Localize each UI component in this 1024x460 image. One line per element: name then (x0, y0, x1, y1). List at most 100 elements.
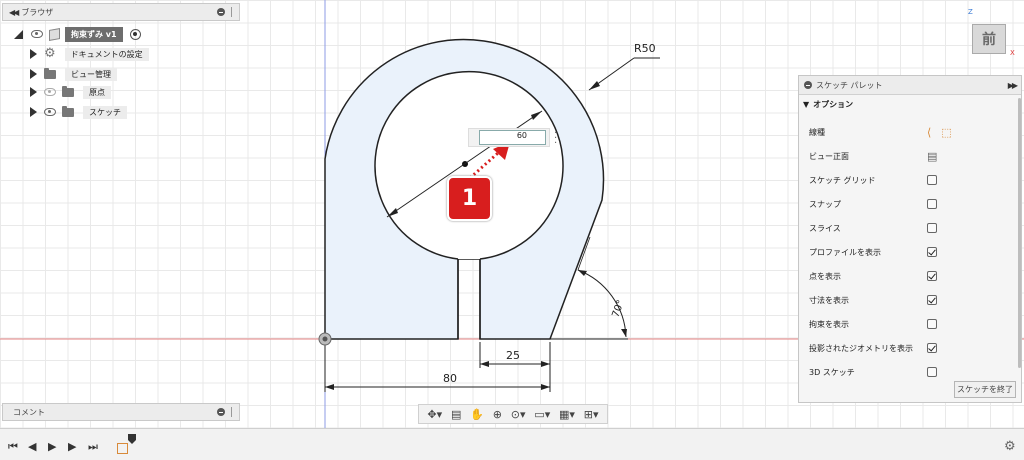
snap-checkbox[interactable] (927, 199, 937, 209)
browser-item-document[interactable]: 拘束ずみ v1 (14, 26, 141, 42)
expand-icon[interactable] (30, 87, 37, 97)
document-icon (49, 27, 60, 41)
z-axis-label: Z (968, 8, 973, 16)
display-settings-icon[interactable]: ▭▾ (534, 408, 550, 421)
palette-row-linetype: 線種 ⟨ ⬚ (809, 125, 959, 139)
view-cube[interactable]: 前 (972, 24, 1006, 54)
3d-sketch-checkbox[interactable] (927, 367, 937, 377)
finish-sketch-button[interactable]: スケッチを終了 (954, 381, 1016, 398)
play-icon[interactable]: ▶ (48, 440, 56, 453)
construction-linetype-icon[interactable]: ⬚ (941, 126, 951, 139)
expand-icon[interactable] (30, 107, 37, 117)
radius-dimension-label: R50 (634, 42, 656, 55)
palette-row-label: 線種 (809, 127, 825, 137)
palette-row-3d-sketch: 3D スケッチ (809, 365, 959, 379)
palette-row-look-at: ビュー正面 ▤ (809, 149, 959, 163)
expand-icon[interactable] (30, 49, 37, 59)
palette-row-snap: スナップ (809, 197, 959, 211)
pan-hand-icon[interactable]: ✋ (470, 408, 484, 421)
timeline-settings-gear-icon[interactable]: ⚙ (1004, 439, 1016, 454)
navigation-toolbar: ✥▾ ▤ ✋ ⊕ ⊙▾ ▭▾ ▦▾ ⊞▾ (418, 404, 608, 424)
dimension-menu-icon[interactable]: · · · (554, 129, 557, 149)
collapse-left-icon[interactable]: ◀◀ (9, 8, 19, 17)
palette-row-label: 点を表示 (809, 271, 841, 281)
show-points-checkbox[interactable] (927, 271, 937, 281)
panel-grip-icon[interactable] (231, 7, 233, 17)
go-to-end-icon[interactable]: ⏭ (88, 440, 98, 454)
look-at-icon[interactable]: ▤ (927, 150, 937, 163)
timeline-sketch-item[interactable] (117, 443, 128, 454)
browser-item-label: 原点 (83, 85, 111, 99)
comment-panel-header[interactable]: コメント (2, 403, 240, 421)
expand-open-icon[interactable] (14, 29, 24, 39)
expand-right-icon[interactable]: ▶▶ (1008, 81, 1018, 90)
options-section-header[interactable]: ▼ オプション (799, 95, 1021, 113)
show-projected-geometry-checkbox[interactable] (927, 343, 937, 353)
grid-settings-icon[interactable]: ▦▾ (559, 408, 575, 421)
angle-dimension-label: 70° (610, 299, 626, 319)
orbit-icon[interactable]: ✥▾ (427, 408, 442, 421)
show-dimensions-checkbox[interactable] (927, 295, 937, 305)
palette-row-show-constraints: 拘束を表示 (809, 317, 959, 331)
browser-item-label: スケッチ (83, 105, 127, 119)
timeline-bar: ⏮ ◀ ▶ ▶ ⏭ ⚙ (0, 428, 1024, 460)
comment-title: コメント (13, 407, 45, 417)
add-comment-icon[interactable] (217, 408, 225, 416)
visibility-eye-icon[interactable] (31, 30, 43, 38)
palette-row-show-profile: プロファイルを表示 (809, 245, 959, 259)
linetype-icon[interactable]: ⟨ (927, 126, 931, 139)
palette-row-slice: スライス (809, 221, 959, 235)
minimize-icon[interactable] (217, 8, 225, 16)
visibility-eye-icon[interactable] (44, 108, 56, 116)
palette-row-show-points: 点を表示 (809, 269, 959, 283)
palette-row-show-dimensions: 寸法を表示 (809, 293, 959, 307)
sketch-palette-header[interactable]: スケッチ パレット ▶▶ (799, 76, 1021, 95)
palette-row-label: プロファイルを表示 (809, 247, 881, 257)
inner-circle-arc (374, 70, 564, 260)
expand-icon[interactable] (30, 69, 37, 79)
show-profile-checkbox[interactable] (927, 247, 937, 257)
minimize-icon[interactable] (804, 81, 812, 89)
visibility-off-eye-icon[interactable] (44, 88, 56, 96)
palette-row-label: 投影されたジオメトリを表示 (809, 343, 913, 353)
viewports-icon[interactable]: ⊞▾ (584, 408, 599, 421)
step-back-icon[interactable]: ◀ (28, 440, 36, 453)
overall-width-dimension-label: 80 (443, 372, 457, 385)
palette-row-label: 3D スケッチ (809, 367, 855, 377)
options-section-title: オプション (813, 99, 854, 109)
palette-row-label: スケッチ グリッド (809, 175, 876, 185)
folder-icon (62, 85, 74, 97)
step-callout-badge: 1 (447, 176, 492, 221)
palette-row-label: スライス (809, 223, 841, 233)
go-to-start-icon[interactable]: ⏮ (8, 440, 18, 454)
browser-item-sketch[interactable]: スケッチ (30, 104, 127, 120)
browser-item-document-settings[interactable]: ⚙ ドキュメントの設定 (30, 46, 149, 62)
collapse-triangle-icon[interactable]: ▼ (803, 100, 809, 109)
document-name: 拘束ずみ v1 (65, 26, 123, 42)
show-constraints-checkbox[interactable] (927, 319, 937, 329)
browser-item-label: ビュー管理 (65, 67, 117, 81)
sketch-grid-checkbox[interactable] (927, 175, 937, 185)
activate-radio-icon[interactable] (129, 28, 141, 40)
palette-scrollbar[interactable] (1018, 98, 1021, 368)
sketch-palette-title: スケッチ パレット (816, 80, 883, 90)
palette-row-label: 寸法を表示 (809, 295, 849, 305)
palette-row-sketch-grid: スケッチ グリッド (809, 173, 959, 187)
step-forward-icon[interactable]: ▶ (68, 440, 76, 453)
look-at-icon[interactable]: ▤ (451, 408, 461, 421)
timeline-marker[interactable] (128, 434, 136, 444)
dimension-value-input[interactable]: 60 (479, 130, 546, 145)
browser-panel-header[interactable]: ◀◀ ブラウザ (2, 3, 240, 21)
browser-title: ブラウザ (21, 7, 54, 17)
zoom-icon[interactable]: ⊕ (493, 408, 502, 421)
slice-checkbox[interactable] (927, 223, 937, 233)
browser-item-origin[interactable]: 原点 (30, 84, 111, 100)
palette-row-show-projected: 投影されたジオメトリを表示 (809, 341, 959, 355)
browser-item-label: ドキュメントの設定 (64, 47, 149, 61)
folder-icon (44, 67, 56, 79)
panel-grip-icon[interactable] (231, 407, 233, 417)
browser-item-view-management[interactable]: ビュー管理 (30, 66, 117, 82)
slot-width-dimension-label: 25 (506, 349, 520, 362)
zoom-window-icon[interactable]: ⊙▾ (511, 408, 526, 421)
palette-row-label: スナップ (809, 199, 841, 209)
